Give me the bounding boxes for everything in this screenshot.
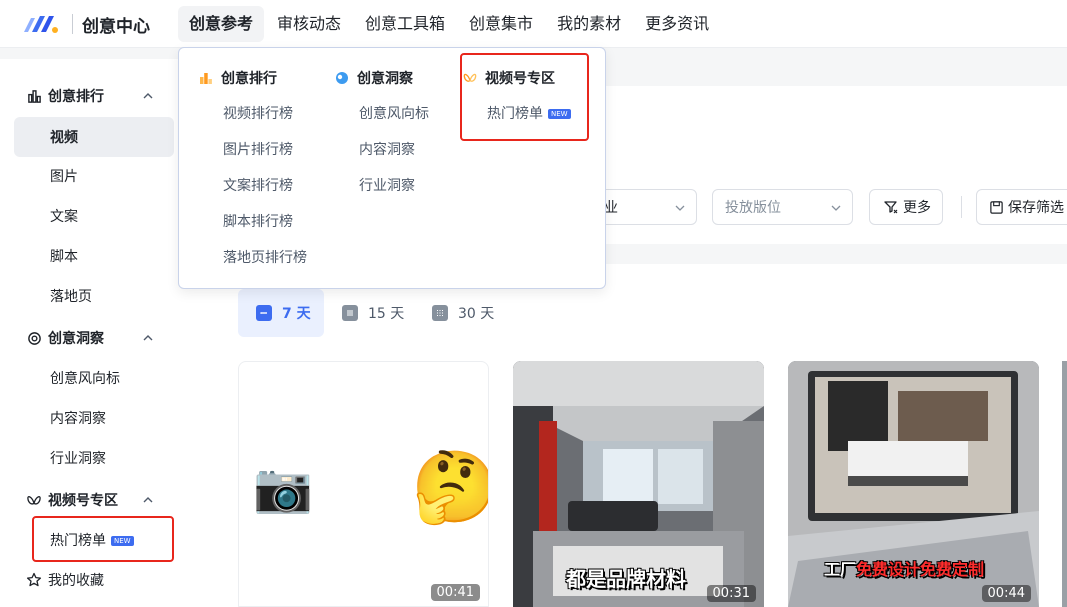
save-filters-label: 保存筛选 (1008, 200, 1064, 216)
butterfly-icon (26, 492, 42, 508)
sidebar-item-content-insight[interactable]: 内容洞察 (50, 409, 106, 429)
nav-item-creative-toolbox[interactable]: 创意工具箱 (354, 6, 456, 42)
logo-separator (72, 14, 73, 34)
filter-icon (884, 201, 898, 214)
more-filters-button[interactable]: 更多 (869, 189, 943, 225)
top-bar: 创意中心 创意参考 审核动态 创意工具箱 创意集市 我的素材 更多资讯 (0, 0, 1067, 48)
dropdown-item-video-ranking[interactable]: 视频排行榜 (223, 104, 293, 124)
video-duration: 00:41 (430, 584, 480, 601)
industry-select-value: 业 (604, 200, 618, 216)
dropdown-column-label: 创意洞察 (357, 71, 413, 87)
tab-7-days[interactable]: 7 天 (256, 303, 311, 323)
chevron-down-icon (675, 205, 685, 211)
nav-item-review-updates[interactable]: 审核动态 (266, 6, 352, 42)
video-card[interactable]: 都是品牌材料 00:31 (513, 361, 764, 607)
tab-label: 15 天 (368, 306, 405, 322)
sidebar-item-creative-trends[interactable]: 创意风向标 (50, 369, 120, 389)
nav-item-creative-reference[interactable]: 创意参考 (178, 6, 265, 42)
tab-label: 30 天 (458, 306, 495, 322)
list-icon (342, 305, 358, 321)
insight-icon (335, 71, 349, 85)
placement-select[interactable]: 投放版位 (712, 189, 853, 225)
grid-icon (432, 305, 448, 321)
next-card-edge (1062, 361, 1067, 607)
brand-logo[interactable] (22, 10, 62, 38)
sidebar-item-my-favorites[interactable]: 我的收藏 (26, 569, 104, 591)
sidebar-item-label: 我的收藏 (48, 573, 104, 589)
dropdown-item-copy-ranking[interactable]: 文案排行榜 (223, 176, 293, 196)
video-card[interactable]: 📷 🤔 00:41 (238, 361, 489, 607)
caption-red: 免费设计免费定制 (856, 560, 985, 579)
chevron-up-icon[interactable] (142, 494, 154, 506)
sidebar-item-script[interactable]: 脚本 (50, 247, 78, 267)
tab-label: 7 天 (282, 306, 311, 322)
video-card[interactable]: 工厂免费设计免费定制 00:44 (788, 361, 1039, 607)
sidebar-group-label: 创意洞察 (48, 331, 104, 347)
placement-select-placeholder: 投放版位 (725, 200, 781, 216)
bar-chart-icon (26, 88, 42, 104)
dropdown-item-image-ranking[interactable]: 图片排行榜 (223, 140, 293, 160)
dropdown-column-label: 创意排行 (221, 71, 277, 87)
sidebar-item-copy[interactable]: 文案 (50, 207, 78, 227)
sidebar-group-creative-ranking[interactable]: 创意排行 (26, 85, 104, 107)
nav-item-creative-market[interactable]: 创意集市 (458, 6, 544, 42)
save-icon (990, 200, 1003, 214)
dropdown-column-title: 创意洞察 (335, 68, 413, 88)
dropdown-item-script-ranking[interactable]: 脚本排行榜 (223, 212, 293, 232)
video-caption: 都是品牌材料 (566, 567, 686, 591)
chevron-up-icon[interactable] (142, 90, 154, 102)
sidebar-group-label: 视频号专区 (48, 493, 118, 509)
divider (961, 196, 962, 218)
top-nav: 创意参考 审核动态 创意工具箱 创意集市 我的素材 更多资讯 (178, 6, 722, 42)
chevron-up-icon[interactable] (142, 332, 154, 344)
sidebar-group-creative-insight[interactable]: 创意洞察 (26, 327, 104, 349)
video-duration: 00:44 (981, 585, 1031, 602)
tab-30-days[interactable]: 30 天 (432, 303, 494, 323)
video-caption: 工厂免费设计免费定制 (824, 556, 984, 580)
save-filters-button[interactable]: 保存筛选 (976, 189, 1067, 225)
nav-item-more-news[interactable]: 更多资讯 (634, 6, 720, 42)
ranking-icon (199, 71, 213, 85)
sidebar-active-highlight (14, 117, 174, 157)
caption-white: 工厂 (824, 560, 857, 579)
highlight-box (460, 53, 589, 141)
dropdown-item-creative-trends[interactable]: 创意风向标 (359, 104, 429, 124)
insight-icon (26, 330, 42, 346)
brand-name: 创意中心 (82, 17, 150, 37)
highlight-box (32, 516, 174, 562)
sidebar-item-landing-page[interactable]: 落地页 (50, 287, 92, 307)
tab-15-days[interactable]: 15 天 (342, 303, 404, 323)
list-icon (256, 305, 272, 321)
thinking-emoji: 🤔 (411, 452, 488, 522)
sidebar-item-image[interactable]: 图片 (50, 167, 78, 187)
camera-emoji: 📷 (253, 460, 313, 516)
dropdown-item-content-insight[interactable]: 内容洞察 (359, 140, 415, 160)
more-filters-label: 更多 (903, 200, 931, 216)
chevron-down-icon (831, 205, 841, 211)
dropdown-item-industry-insight[interactable]: 行业洞察 (359, 176, 415, 196)
star-icon (26, 572, 42, 588)
sidebar-group-label: 创意排行 (48, 89, 104, 105)
sidebar-item-industry-insight[interactable]: 行业洞察 (50, 449, 106, 469)
sidebar-group-video-channel[interactable]: 视频号专区 (26, 489, 118, 511)
sidebar-item-video[interactable]: 视频 (50, 127, 78, 147)
dropdown-item-landing-ranking[interactable]: 落地页排行榜 (223, 248, 307, 268)
nav-item-my-assets[interactable]: 我的素材 (546, 6, 632, 42)
dropdown-column-title: 创意排行 (199, 68, 277, 88)
video-duration: 00:31 (706, 585, 756, 602)
